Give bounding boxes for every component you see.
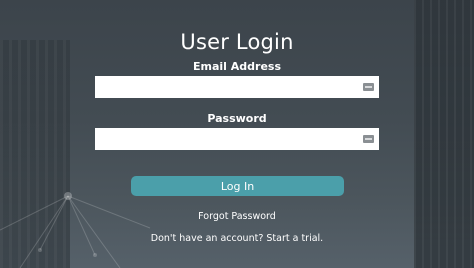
- start-trial-link[interactable]: Don't have an account? Start a trial.: [0, 233, 474, 244]
- login-button[interactable]: Log In: [131, 176, 344, 196]
- keyboard-icon[interactable]: [363, 135, 374, 143]
- email-label: Email Address: [192, 60, 281, 73]
- password-field[interactable]: [95, 128, 379, 150]
- forgot-password-link[interactable]: Forgot Password: [0, 211, 474, 222]
- password-label: Password: [207, 112, 267, 125]
- keyboard-icon[interactable]: [363, 83, 374, 91]
- email-field[interactable]: [95, 76, 379, 98]
- page-title: User Login: [180, 30, 294, 54]
